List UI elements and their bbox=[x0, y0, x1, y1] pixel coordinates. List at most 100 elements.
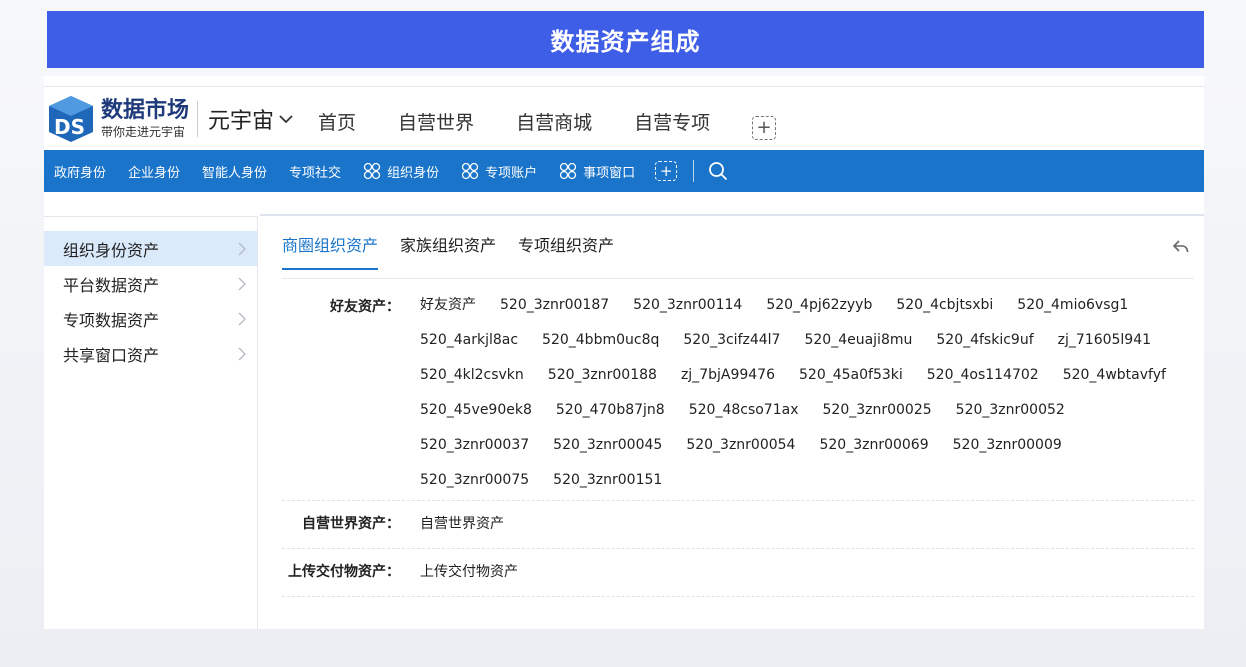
row-items: 自营世界资产 bbox=[400, 501, 1190, 548]
asset-chip[interactable]: 520_3znr00037 bbox=[420, 428, 529, 463]
tab-family-org-assets[interactable]: 家族组织资产 bbox=[400, 232, 496, 270]
asset-chip[interactable]: 520_470b87jn8 bbox=[556, 393, 665, 428]
add-nav-button[interactable]: + bbox=[752, 115, 777, 140]
sidebar-item-shared-window-assets[interactable]: 共享窗口资产 bbox=[44, 336, 257, 371]
main-content: 商圈组织资产 家族组织资产 专项组织资产 好友资产： 好友资产 520_3znr0… bbox=[260, 214, 1204, 629]
asset-chip[interactable]: 520_3znr00009 bbox=[953, 428, 1062, 463]
grid-icon bbox=[363, 162, 381, 180]
self-world-assets-row: 自营世界资产： 自营世界资产 bbox=[282, 501, 1194, 549]
tab-special-org-assets[interactable]: 专项组织资产 bbox=[518, 232, 614, 270]
tab-underline bbox=[282, 278, 1194, 279]
logo-main-text: 数据市场 bbox=[101, 97, 190, 123]
asset-chip[interactable]: 520_4fskic9uf bbox=[936, 323, 1033, 358]
asset-chip[interactable]: 520_3znr00054 bbox=[686, 428, 795, 463]
app-window: DS 数据市场 带你走进元宇宙 元宇宙 首页 自营世界 自营商城 自营专项 + … bbox=[44, 76, 1204, 629]
add-subnav-button[interactable]: + bbox=[655, 161, 678, 181]
asset-tabs: 商圈组织资产 家族组织资产 专项组织资产 bbox=[282, 232, 636, 270]
universe-dropdown[interactable]: 元宇宙 bbox=[208, 103, 294, 135]
back-icon[interactable] bbox=[1172, 238, 1190, 256]
chevron-right-icon bbox=[238, 347, 246, 360]
asset-chip[interactable]: 520_3cifz44l7 bbox=[683, 323, 780, 358]
asset-chip[interactable]: 520_4bbm0uc8q bbox=[542, 323, 659, 358]
chevron-right-icon bbox=[238, 312, 246, 325]
sidebar-item-label: 平台数据资产 bbox=[63, 275, 160, 295]
asset-chip[interactable]: 520_3znr00188 bbox=[548, 358, 657, 393]
row-label: 自营世界资产： bbox=[302, 516, 400, 532]
top-header: DS 数据市场 带你走进元宇宙 元宇宙 首页 自营世界 自营商城 自营专项 + bbox=[44, 86, 1204, 150]
asset-chip[interactable]: 520_4kl2csvkn bbox=[420, 358, 524, 393]
asset-chip[interactable]: 上传交付物资产 bbox=[420, 549, 518, 596]
asset-chip[interactable]: 520_3znr00025 bbox=[823, 393, 932, 428]
asset-chip[interactable]: 520_3znr00187 bbox=[500, 288, 609, 323]
sidebar-item-label: 共享窗口资产 bbox=[63, 345, 160, 365]
universe-label: 元宇宙 bbox=[208, 108, 275, 134]
nav-home[interactable]: 首页 bbox=[318, 108, 356, 140]
row-items: 上传交付物资产 bbox=[400, 549, 1190, 596]
main-nav: 首页 自营世界 自营商城 自营专项 + bbox=[318, 108, 777, 140]
row-label: 好友资产： bbox=[330, 299, 400, 315]
asset-chip[interactable]: 520_4arkjl8ac bbox=[420, 323, 518, 358]
sidebar-item-platform-data-assets[interactable]: 平台数据资产 bbox=[44, 266, 257, 301]
subnav-matter-window[interactable]: 事项窗口 bbox=[559, 162, 635, 181]
sidebar-item-org-identity-assets[interactable]: 组织身份资产 bbox=[44, 231, 257, 266]
chevron-right-icon bbox=[238, 277, 246, 290]
chevron-right-icon bbox=[238, 242, 246, 255]
subnav-ai-person-identity[interactable]: 智能人身份 bbox=[202, 162, 267, 181]
upload-deliverable-assets-row: 上传交付物资产： 上传交付物资产 bbox=[282, 549, 1194, 597]
asset-chip[interactable]: 520_3znr00045 bbox=[553, 428, 662, 463]
asset-chip[interactable]: 520_45a0f53ki bbox=[799, 358, 903, 393]
subnav-label: 专项账户 bbox=[485, 165, 538, 181]
grid-icon bbox=[461, 162, 479, 180]
page-title: 数据资产组成 bbox=[550, 28, 701, 56]
asset-chip[interactable]: 520_45ve90ek8 bbox=[420, 393, 532, 428]
chevron-down-icon bbox=[279, 114, 293, 123]
asset-chip[interactable]: 520_4wbtavfyf bbox=[1063, 358, 1166, 393]
nav-self-special[interactable]: 自营专项 bbox=[634, 108, 710, 140]
plus-icon: + bbox=[756, 116, 772, 138]
row-items: 好友资产 520_3znr00187 520_3znr00114 520_4pj62z… bbox=[400, 288, 1190, 500]
asset-rows: 好友资产： 好友资产 520_3znr00187 520_3znr00114 520_… bbox=[282, 288, 1194, 597]
asset-chip[interactable]: 520_4euaji8mu bbox=[804, 323, 912, 358]
subnav-enterprise-identity[interactable]: 企业身份 bbox=[128, 162, 180, 181]
sidebar-item-special-data-assets[interactable]: 专项数据资产 bbox=[44, 301, 257, 336]
plus-icon: + bbox=[659, 161, 673, 180]
sidebar-item-label: 专项数据资产 bbox=[63, 310, 160, 330]
sub-nav-bar: 政府身份 企业身份 智能人身份 专项社交 组织身份 专项账户 事项窗口 + bbox=[44, 150, 1204, 192]
asset-chip[interactable]: 520_3znr00114 bbox=[633, 288, 742, 323]
logo-slogan: 带你走进元宇宙 bbox=[101, 124, 186, 139]
subnav-label: 组织身份 bbox=[387, 165, 440, 181]
asset-chip[interactable]: 好友资产 bbox=[420, 288, 476, 323]
nav-self-mall[interactable]: 自营商城 bbox=[516, 108, 592, 140]
asset-chip[interactable]: 520_4mio6vsg1 bbox=[1017, 288, 1128, 323]
asset-chip[interactable]: 520_48cso71ax bbox=[689, 393, 799, 428]
row-label: 上传交付物资产： bbox=[288, 564, 400, 580]
sidebar: 组织身份资产 平台数据资产 专项数据资产 共享窗口资产 bbox=[44, 216, 258, 629]
asset-chip[interactable]: 520_3znr00075 bbox=[420, 463, 529, 498]
asset-chip[interactable]: 520_4pj62zyyb bbox=[766, 288, 872, 323]
page-title-bar: 数据资产组成 bbox=[47, 11, 1204, 68]
asset-chip[interactable]: 520_3znr00151 bbox=[553, 463, 662, 498]
asset-chip[interactable]: 自营世界资产 bbox=[420, 501, 504, 548]
asset-chip[interactable]: 520_3znr00069 bbox=[819, 428, 928, 463]
asset-chip[interactable]: 520_3znr00052 bbox=[956, 393, 1065, 428]
tab-business-circle-org-assets[interactable]: 商圈组织资产 bbox=[282, 232, 379, 270]
grid-icon bbox=[559, 162, 577, 180]
subnav-label: 事项窗口 bbox=[583, 165, 636, 181]
subnav-org-identity[interactable]: 组织身份 bbox=[363, 162, 439, 181]
logo-text[interactable]: 数据市场 带你走进元宇宙 bbox=[101, 97, 190, 139]
subnav-special-account[interactable]: 专项账户 bbox=[461, 162, 537, 181]
data-market-logo-icon[interactable]: DS bbox=[47, 94, 95, 144]
search-icon[interactable] bbox=[708, 161, 728, 181]
sidebar-item-label: 组织身份资产 bbox=[63, 240, 160, 260]
nav-self-world[interactable]: 自营世界 bbox=[398, 108, 474, 140]
svg-text:DS: DS bbox=[54, 115, 85, 139]
subnav-special-social[interactable]: 专项社交 bbox=[289, 162, 341, 181]
subnav-government-identity[interactable]: 政府身份 bbox=[54, 162, 106, 181]
subnav-divider bbox=[693, 160, 695, 182]
asset-chip[interactable]: 520_4os114702 bbox=[927, 358, 1039, 393]
friend-assets-row: 好友资产： 好友资产 520_3znr00187 520_3znr00114 520_… bbox=[282, 288, 1194, 501]
asset-chip[interactable]: zj_71605l941 bbox=[1058, 323, 1151, 358]
header-divider bbox=[197, 100, 199, 137]
asset-chip[interactable]: zj_7bjA99476 bbox=[681, 358, 775, 393]
asset-chip[interactable]: 520_4cbjtsxbi bbox=[896, 288, 993, 323]
